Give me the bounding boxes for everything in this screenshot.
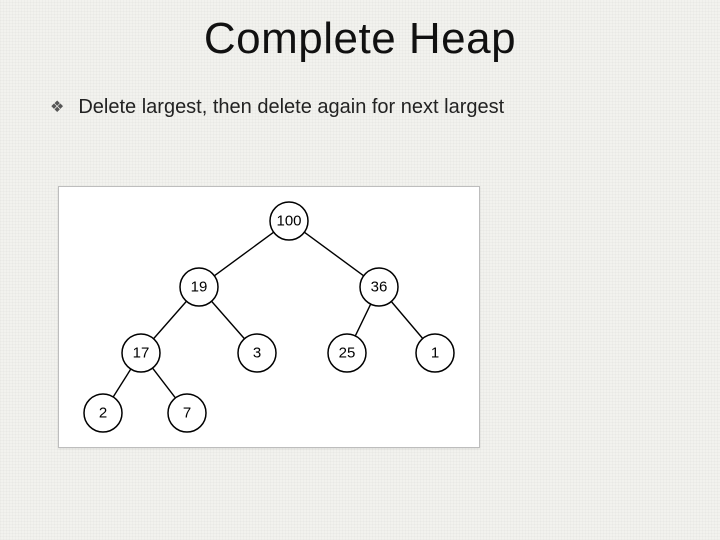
tree-node-label: 100	[276, 213, 301, 230]
tree-node: 36	[360, 268, 398, 306]
tree-node-label: 36	[371, 279, 388, 296]
tree-node: 2	[84, 394, 122, 432]
tree-edge	[355, 304, 370, 336]
tree-node: 1	[416, 334, 454, 372]
tree-node: 25	[328, 334, 366, 372]
tree-edge	[391, 301, 422, 338]
tree-node: 17	[122, 334, 160, 372]
tree-node: 7	[168, 394, 206, 432]
heap-diagram: 100 19 36 17 3 25 1 2 7	[58, 186, 480, 448]
tree-edge	[304, 232, 363, 276]
tree-node-label: 19	[191, 279, 208, 296]
diamond-bullet-icon: ❖	[50, 96, 64, 120]
tree-edge	[212, 301, 245, 338]
tree-edge	[153, 368, 176, 398]
tree-node-label: 3	[253, 345, 261, 362]
tree-edge	[154, 301, 187, 338]
heap-svg: 100 19 36 17 3 25 1 2 7	[59, 187, 479, 447]
tree-edge	[214, 232, 273, 276]
tree-edge	[113, 369, 131, 397]
bullet-text: Delete largest, then delete again for ne…	[78, 96, 504, 119]
tree-node-label: 7	[183, 405, 191, 422]
tree-node: 3	[238, 334, 276, 372]
page-title: Complete Heap	[0, 14, 720, 64]
tree-node: 19	[180, 268, 218, 306]
tree-node-label: 2	[99, 405, 107, 422]
tree-node: 100	[270, 202, 308, 240]
tree-node-label: 17	[133, 345, 150, 362]
tree-node-label: 25	[339, 345, 356, 362]
tree-node-label: 1	[431, 345, 439, 362]
bullet-row: ❖ Delete largest, then delete again for …	[50, 96, 680, 120]
